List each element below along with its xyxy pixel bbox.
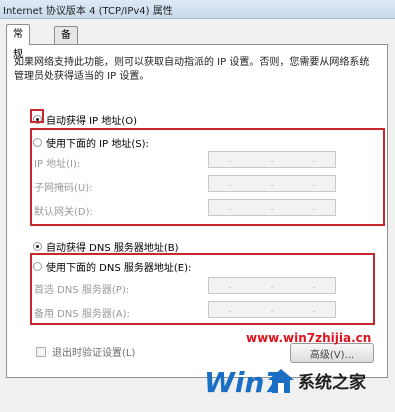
description-text: 如果网络支持此功能，则可以获取自动指派的 IP 设置。否则，您需要从网络系统管理… — [14, 57, 370, 82]
auto-ip-label: 自动获得 IP 地址(O) — [46, 116, 138, 127]
auto-dns-label: 自动获得 DNS 服务器地址(B) — [46, 243, 179, 254]
subnet-mask-input[interactable]: ... — [208, 175, 336, 192]
validate-on-exit-option[interactable]: 退出时验证设置(L) — [36, 344, 135, 359]
subnet-mask-label: 子网掩码(U): — [34, 183, 93, 194]
tab-general[interactable]: 常规 — [6, 24, 30, 60]
ip-address-input[interactable]: ... — [208, 151, 336, 168]
preferred-dns-label: 首选 DNS 服务器(P): — [34, 285, 130, 296]
auto-dns-radio[interactable] — [33, 242, 42, 251]
auto-dns-option[interactable]: 自动获得 DNS 服务器地址(B) — [33, 239, 179, 254]
alternate-dns-label: 备用 DNS 服务器(A): — [34, 309, 130, 320]
watermark-brand: 系统之家 — [298, 373, 366, 393]
preferred-dns-input[interactable]: ... — [208, 277, 336, 294]
title-bar: Internet 协议版本 4 (TCP/IPv4) 属性 — [0, 0, 395, 19]
auto-ip-highlight — [30, 109, 44, 123]
default-gateway-label: 默认网关(D): — [34, 207, 93, 218]
validate-on-exit-label: 退出时验证设置(L) — [52, 348, 136, 359]
ip-address-label: IP 地址(I): — [34, 159, 81, 170]
house-icon — [268, 369, 294, 393]
validate-on-exit-checkbox[interactable] — [36, 346, 46, 357]
alternate-dns-input[interactable]: ... — [208, 301, 336, 318]
auto-ip-option[interactable]: 自动获得 IP 地址(O) — [33, 112, 137, 127]
window-title: Internet 协议版本 4 (TCP/IPv4) 属性 — [3, 6, 173, 17]
watermark-url: www.win7zhijia.cn — [246, 331, 372, 345]
tab-alternate-config[interactable]: 备用配置 — [54, 26, 78, 95]
default-gateway-input[interactable]: ... — [208, 199, 336, 216]
